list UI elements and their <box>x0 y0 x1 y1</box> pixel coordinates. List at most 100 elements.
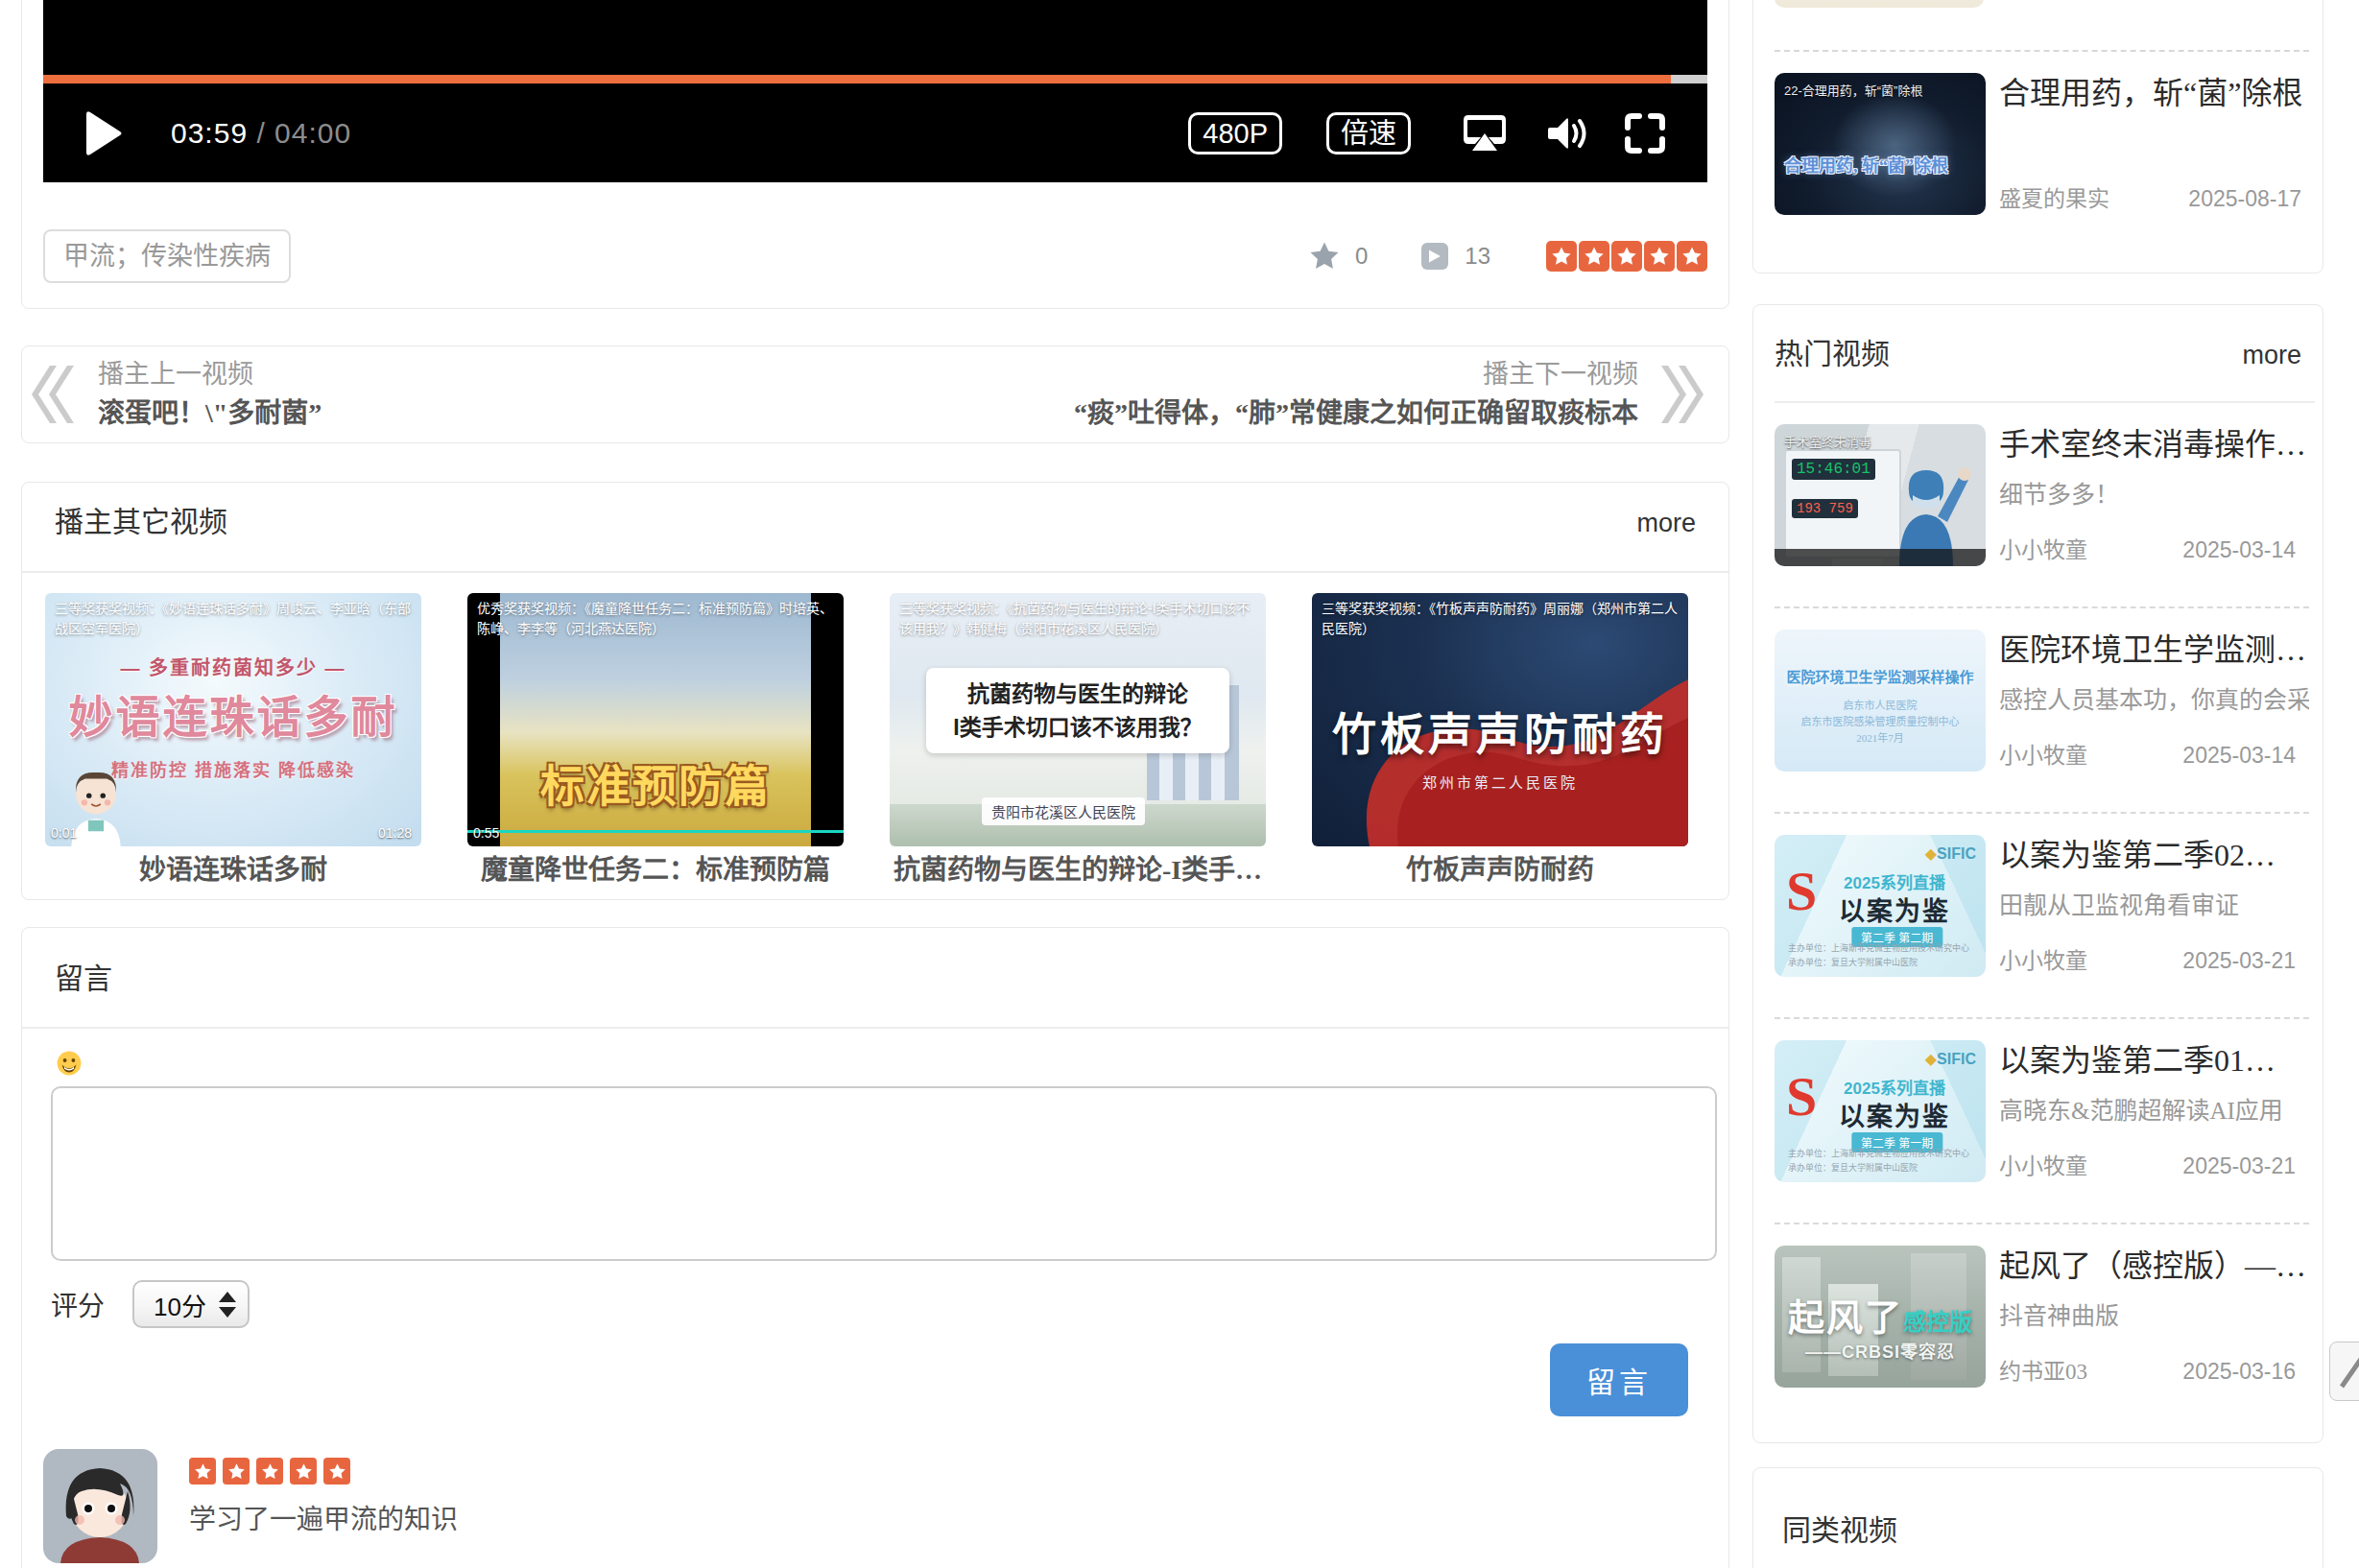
progress-bar[interactable] <box>43 75 1707 83</box>
comments-card: 留言 评分 10分 <box>21 927 1729 1568</box>
comment-star-icon <box>223 1458 250 1485</box>
sidebar-video-date: 2025-03-14 <box>2182 743 2296 769</box>
rating-star-icon[interactable] <box>1644 241 1675 272</box>
sidebar-video-item[interactable]: S ◆SIFIC 2025系列直播 以案为鉴 第二季 第二期 主办单位：上海斯菲… <box>1775 814 2309 1019</box>
sidebar-video-title[interactable]: 医院环境卫生学监测… <box>1999 630 2309 670</box>
sidebar-video-thumbnail[interactable]: S ◆SIFIC 2025系列直播 以案为鉴 第二季 第二期 主办单位：上海斯菲… <box>1775 835 1986 977</box>
time-current: 03:59 <box>171 117 248 149</box>
sidebar-video-author[interactable]: 盛夏的果实 <box>1999 180 2109 213</box>
sidebar-video-author[interactable]: 小小牧童 <box>1999 532 2087 564</box>
thumb-top-label: 手术室终末消毒 <box>1784 432 1871 450</box>
sidebar-video-item[interactable]: 起风了感控版 ——CRBSI零容忍 起风了（感控版）—… 抖音神曲版 约书亚03… <box>1775 1224 2309 1399</box>
related-video-card[interactable]: 标准预防篇 优秀奖获奖视频：《魔童降世任务二：标准预防篇》时培英、陈峥、李李等（… <box>467 593 844 887</box>
sidebar-video-author[interactable]: 小小牧童 <box>1999 737 2087 770</box>
thumb-overlay-text: 三等奖获奖视频：《竹板声声防耐药》周丽娜（郑州市第二人民医院） <box>1322 599 1680 639</box>
speed-button[interactable]: 倍速 <box>1326 112 1411 154</box>
related-video-thumbnail[interactable]: — 多重耐药菌知多少 — 妙语连珠话多耐 精准防控 措施落实 降低感染 <box>45 593 421 846</box>
thumb-big-text: 起风了 <box>1788 1297 1903 1338</box>
sidebar-video-title[interactable]: 以案为鉴第二季02… <box>1999 835 2309 875</box>
submit-comment-button[interactable]: 留言 <box>1550 1343 1688 1416</box>
next-chevrons-icon <box>1661 366 1704 423</box>
sidebar-video-subtitle: 感控人员基本功，你真的会采 <box>1999 687 2309 714</box>
sidebar-partial-thumbnail[interactable] <box>1775 0 1984 8</box>
prev-video-title[interactable]: 滚蛋吧！\"多耐菌” <box>98 400 322 427</box>
thumb-center-sub-text: 郑州市第二人民医院 <box>1312 772 1688 792</box>
related-video-card[interactable]: 竹板声声防耐药 郑州市第二人民医院 三等奖获奖视频：《竹板声声防耐药》周丽娜（郑… <box>1312 593 1688 887</box>
video-tag[interactable]: 甲流；传染性疾病 <box>43 229 291 283</box>
sidebar-video-thumbnail[interactable]: 医院环境卫生学监测采样操作 启东市人民医院 启东市医院感染管理质量控制中心 20… <box>1775 630 1986 772</box>
related-video-thumbnail[interactable]: 竹板声声防耐药 郑州市第二人民医院 三等奖获奖视频：《竹板声声防耐药》周丽娜（郑… <box>1312 593 1688 846</box>
sidebar-video-title[interactable]: 起风了（感控版）—… <box>1999 1246 2309 1286</box>
other-videos-more-link[interactable]: more <box>1636 511 1696 536</box>
sidebar-video-meta: 小小牧童 2025-03-21 <box>1999 1148 2309 1180</box>
sidebar-video-thumbnail[interactable]: 22-合理用药，斩“菌”除根 合理用药, 斩“菌”除根 <box>1775 73 1986 215</box>
thumb-host-line: 主办单位：上海斯菲克微生物应用技术研究中心 <box>1788 1147 1982 1160</box>
hot-videos-header: 热门视频 more <box>1775 305 2315 403</box>
rating-star-icon[interactable] <box>1546 241 1577 272</box>
rating-select[interactable]: 10分 <box>132 1280 250 1328</box>
favorite-count: 0 <box>1355 243 1368 270</box>
prev-video-texts: 播主上一视频 滚蛋吧！\"多耐菌” <box>98 362 322 427</box>
related-video-caption[interactable]: 魔童降世任务二：标准预防篇 <box>467 848 844 887</box>
rating-star-icon[interactable] <box>1677 241 1707 272</box>
play-icon[interactable] <box>84 110 123 156</box>
video-screen[interactable] <box>43 0 1707 75</box>
sidebar-video-item[interactable]: 22-合理用药，斩“菌”除根 合理用药, 斩“菌”除根 合理用药，斩“菌”除根 … <box>1775 52 2315 215</box>
quality-button[interactable]: 480P <box>1188 112 1282 154</box>
comment-item: 学习了一遍甲流的知识 <box>43 1449 1707 1563</box>
rating-star-icon[interactable] <box>1579 241 1609 272</box>
related-video-thumbnail[interactable]: 抗菌药物与医生的辩论 I类手术切口该不该用我？ 贵阳市花溪区人民医院 三等奖获奖… <box>890 593 1266 846</box>
sidebar-video-title[interactable]: 以案为鉴第二季01… <box>1999 1040 2309 1081</box>
sidebar-video-meta: 盛夏的果实 2025-08-17 <box>1999 180 2315 213</box>
volume-icon[interactable] <box>1547 113 1587 154</box>
prev-chevrons-icon <box>32 366 74 423</box>
hot-videos-title: 热门视频 <box>1775 340 1890 368</box>
sidebar-video-info: 合理用药，斩“菌”除根 盛夏的果实 2025-08-17 <box>1999 73 2315 215</box>
smoke-effect <box>1832 92 1957 198</box>
airplay-icon[interactable] <box>1461 112 1509 154</box>
sidebar-video-author[interactable]: 小小牧童 <box>1999 942 2087 975</box>
prev-video-link[interactable]: 播主上一视频 滚蛋吧！\"多耐菌” <box>32 362 322 427</box>
sidebar-video-thumbnail[interactable]: 起风了感控版 ——CRBSI零容忍 <box>1775 1246 1986 1388</box>
related-video-thumbnail[interactable]: 标准预防篇 优秀奖获奖视频：《魔童降世任务二：标准预防篇》时培英、陈峥、李李等（… <box>467 593 844 846</box>
thumb-host-lines: 主办单位：上海斯菲克微生物应用技术研究中心承办单位：复旦大学附属中山医院 <box>1788 941 1982 969</box>
favorite-icon[interactable] <box>1309 241 1340 272</box>
sidebar-video-title[interactable]: 合理用药，斩“菌”除根 <box>1999 73 2315 113</box>
sidebar-video-subtitle: 高晓东&范鹏超解读AI应用 <box>1999 1098 2309 1125</box>
rating-row: 评分 10分 <box>51 1280 1728 1328</box>
related-video-caption[interactable]: 抗菌药物与医生的辩论-I类手… <box>890 848 1266 887</box>
sidebar-video-item[interactable]: S ◆SIFIC 2025系列直播 以案为鉴 第二季 第一期 主办单位：上海斯菲… <box>1775 1019 2309 1224</box>
sidebar: 22-合理用药，斩“菌”除根 合理用药, 斩“菌”除根 合理用药，斩“菌”除根 … <box>1752 0 2323 1568</box>
next-video-link[interactable]: 播主下一视频 “痰”吐得体，“肺”常健康之如何正确留取痰标本 <box>1074 362 1704 427</box>
sidebar-video-item[interactable]: 医院环境卫生学监测采样操作 启东市人民医院 启东市医院感染管理质量控制中心 20… <box>1775 608 2309 814</box>
sidebar-hot-card: 热门视频 more 15:46:01 193 759 手术室终末消毒 <box>1752 304 2323 1443</box>
player-right-controls: 480P 倍速 <box>1188 112 1707 154</box>
sidebar-video-item[interactable]: 15:46:01 193 759 手术室终末消毒 手术室终末消毒操作… 细节多多… <box>1775 403 2309 608</box>
sidebar-related-card: 同类视频 <box>1752 1467 2323 1568</box>
fullscreen-icon[interactable] <box>1624 112 1666 154</box>
sidebar-latest-card: 22-合理用药，斩“菌”除根 合理用药, 斩“菌”除根 合理用药，斩“菌”除根 … <box>1752 0 2323 273</box>
rating-star-icon[interactable] <box>1611 241 1642 272</box>
related-video-card[interactable]: — 多重耐药菌知多少 — 妙语连珠话多耐 精准防控 措施落实 降低感染 <box>45 593 421 887</box>
video-rating-stars[interactable] <box>1544 241 1707 272</box>
next-video-texts: 播主下一视频 “痰”吐得体，“肺”常健康之如何正确留取痰标本 <box>1074 362 1638 427</box>
comment-textarea[interactable] <box>51 1086 1717 1261</box>
thumb-time-right: 01:28 <box>378 825 412 841</box>
sidebar-video-info: 起风了（感控版）—… 抖音神曲版 约书亚03 2025-03-16 <box>1999 1246 2309 1388</box>
thumb-host-lines: 主办单位：上海斯菲克微生物应用技术研究中心承办单位：复旦大学附属中山医院 <box>1788 1147 1982 1175</box>
related-video-caption[interactable]: 妙语连珠话多耐 <box>45 848 421 887</box>
related-video-card[interactable]: 抗菌药物与医生的辩论 I类手术切口该不该用我？ 贵阳市花溪区人民医院 三等奖获奖… <box>890 593 1266 887</box>
sidebar-video-thumbnail[interactable]: 15:46:01 193 759 手术室终末消毒 <box>1775 424 1986 566</box>
back-to-top-icon <box>2340 1356 2359 1389</box>
next-video-title[interactable]: “痰”吐得体，“肺”常健康之如何正确留取痰标本 <box>1074 400 1638 427</box>
emoji-picker-icon[interactable] <box>57 1051 82 1076</box>
back-to-top-button[interactable] <box>2329 1342 2359 1401</box>
sidebar-video-author[interactable]: 小小牧童 <box>1999 1148 2087 1180</box>
sidebar-video-title[interactable]: 手术室终末消毒操作… <box>1999 424 2309 464</box>
related-video-caption[interactable]: 竹板声声防耐药 <box>1312 848 1688 887</box>
video-player[interactable]: 03:59 / 04:00 480P 倍速 <box>43 0 1707 182</box>
hot-videos-more-link[interactable]: more <box>2242 343 2301 368</box>
thumb-host-line: 承办单位：复旦大学附属中山医院 <box>1788 1161 1982 1175</box>
sidebar-video-author[interactable]: 约书亚03 <box>1999 1353 2087 1386</box>
sidebar-video-thumbnail[interactable]: S ◆SIFIC 2025系列直播 以案为鉴 第二季 第一期 主办单位：上海斯菲… <box>1775 1040 1986 1182</box>
